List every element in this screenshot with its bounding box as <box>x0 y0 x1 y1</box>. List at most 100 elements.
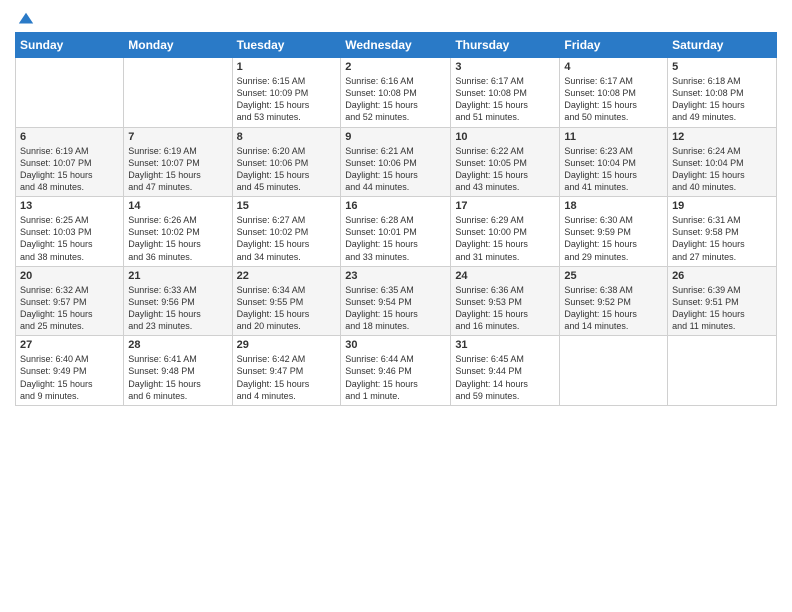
calendar-week-row: 20Sunrise: 6:32 AM Sunset: 9:57 PM Dayli… <box>16 266 777 336</box>
day-info: Sunrise: 6:42 AM Sunset: 9:47 PM Dayligh… <box>237 353 337 402</box>
day-number: 7 <box>128 131 227 143</box>
day-info: Sunrise: 6:40 AM Sunset: 9:49 PM Dayligh… <box>20 353 119 402</box>
table-row: 11 Sunrise: 6:23 AM Sunset: 10:04 PM Dayl… <box>560 127 668 197</box>
day-info: Sunrise: 6:24 AM Sunset: 10:04 PM Daylig… <box>672 145 772 194</box>
day-info: Sunrise: 6:41 AM Sunset: 9:48 PM Dayligh… <box>128 353 227 402</box>
day-info: Sunrise: 6:45 AM Sunset: 9:44 PM Dayligh… <box>455 353 555 402</box>
calendar-weekday: Thursday <box>451 33 560 58</box>
day-number: 14 <box>128 200 227 212</box>
day-info: Sunrise: 6:36 AM Sunset: 9:53 PM Dayligh… <box>455 284 555 333</box>
table-row: 14 Sunrise: 6:26 AM Sunset: 10:02 PM Dayl… <box>124 197 232 267</box>
day-number: 29 <box>237 339 337 351</box>
logo-icon <box>17 10 35 28</box>
day-info: Sunrise: 6:30 AM Sunset: 9:59 PM Dayligh… <box>564 214 663 263</box>
table-row: 1 Sunrise: 6:15 AM Sunset: 10:09 PM Dayli… <box>232 58 341 128</box>
calendar-weekday: Wednesday <box>341 33 451 58</box>
day-number: 4 <box>564 61 663 73</box>
day-number: 20 <box>20 270 119 282</box>
calendar-weekday: Monday <box>124 33 232 58</box>
table-row: 27 Sunrise: 6:40 AM Sunset: 9:49 PM Dayli… <box>16 336 124 406</box>
logo <box>15 10 35 24</box>
day-number: 2 <box>345 61 446 73</box>
calendar-weekday: Friday <box>560 33 668 58</box>
day-number: 13 <box>20 200 119 212</box>
day-info: Sunrise: 6:27 AM Sunset: 10:02 PM Daylig… <box>237 214 337 263</box>
table-row: 29 Sunrise: 6:42 AM Sunset: 9:47 PM Dayli… <box>232 336 341 406</box>
day-info: Sunrise: 6:28 AM Sunset: 10:01 PM Daylig… <box>345 214 446 263</box>
table-row: 13Sunrise: 6:25 AM Sunset: 10:03 PM Dayl… <box>16 197 124 267</box>
day-number: 27 <box>20 339 119 351</box>
table-row <box>560 336 668 406</box>
table-row: 24 Sunrise: 6:36 AM Sunset: 9:53 PM Dayli… <box>451 266 560 336</box>
page-header <box>15 10 777 24</box>
table-row: 9Sunrise: 6:21 AM Sunset: 10:06 PM Dayli… <box>341 127 451 197</box>
day-number: 5 <box>672 61 772 73</box>
day-info: Sunrise: 6:19 AM Sunset: 10:07 PM Daylig… <box>128 145 227 194</box>
day-info: Sunrise: 6:21 AM Sunset: 10:06 PM Daylig… <box>345 145 446 194</box>
calendar-weekday: Tuesday <box>232 33 341 58</box>
day-info: Sunrise: 6:17 AM Sunset: 10:08 PM Daylig… <box>455 75 555 124</box>
day-info: Sunrise: 6:39 AM Sunset: 9:51 PM Dayligh… <box>672 284 772 333</box>
table-row <box>668 336 777 406</box>
day-number: 24 <box>455 270 555 282</box>
day-number: 1 <box>237 61 337 73</box>
day-number: 18 <box>564 200 663 212</box>
table-row: 20Sunrise: 6:32 AM Sunset: 9:57 PM Dayli… <box>16 266 124 336</box>
day-info: Sunrise: 6:35 AM Sunset: 9:54 PM Dayligh… <box>345 284 446 333</box>
table-row: 17 Sunrise: 6:29 AM Sunset: 10:00 PM Dayl… <box>451 197 560 267</box>
day-info: Sunrise: 6:17 AM Sunset: 10:08 PM Daylig… <box>564 75 663 124</box>
day-info: Sunrise: 6:38 AM Sunset: 9:52 PM Dayligh… <box>564 284 663 333</box>
day-number: 11 <box>564 131 663 143</box>
day-info: Sunrise: 6:18 AM Sunset: 10:08 PM Daylig… <box>672 75 772 124</box>
day-info: Sunrise: 6:26 AM Sunset: 10:02 PM Daylig… <box>128 214 227 263</box>
page-container: SundayMondayTuesdayWednesdayThursdayFrid… <box>0 0 792 416</box>
day-info: Sunrise: 6:29 AM Sunset: 10:00 PM Daylig… <box>455 214 555 263</box>
table-row: 30 Sunrise: 6:44 AM Sunset: 9:46 PM Dayli… <box>341 336 451 406</box>
table-row: 21 Sunrise: 6:33 AM Sunset: 9:56 PM Dayli… <box>124 266 232 336</box>
day-number: 19 <box>672 200 772 212</box>
table-row: 26Sunrise: 6:39 AM Sunset: 9:51 PM Dayli… <box>668 266 777 336</box>
table-row: 4 Sunrise: 6:17 AM Sunset: 10:08 PM Dayli… <box>560 58 668 128</box>
calendar-weekday: Saturday <box>668 33 777 58</box>
day-number: 17 <box>455 200 555 212</box>
table-row: 8 Sunrise: 6:20 AM Sunset: 10:06 PM Dayli… <box>232 127 341 197</box>
calendar-week-row: 1 Sunrise: 6:15 AM Sunset: 10:09 PM Dayli… <box>16 58 777 128</box>
day-info: Sunrise: 6:20 AM Sunset: 10:06 PM Daylig… <box>237 145 337 194</box>
day-number: 8 <box>237 131 337 143</box>
day-number: 22 <box>237 270 337 282</box>
day-number: 10 <box>455 131 555 143</box>
table-row: 22 Sunrise: 6:34 AM Sunset: 9:55 PM Dayli… <box>232 266 341 336</box>
table-row: 10Sunrise: 6:22 AM Sunset: 10:05 PM Dayl… <box>451 127 560 197</box>
table-row: 6Sunrise: 6:19 AM Sunset: 10:07 PM Dayli… <box>16 127 124 197</box>
calendar-week-row: 27 Sunrise: 6:40 AM Sunset: 9:49 PM Dayli… <box>16 336 777 406</box>
table-row: 7 Sunrise: 6:19 AM Sunset: 10:07 PM Dayli… <box>124 127 232 197</box>
table-row <box>16 58 124 128</box>
table-row: 23Sunrise: 6:35 AM Sunset: 9:54 PM Dayli… <box>341 266 451 336</box>
day-number: 28 <box>128 339 227 351</box>
table-row: 5 Sunrise: 6:18 AM Sunset: 10:08 PM Dayli… <box>668 58 777 128</box>
day-info: Sunrise: 6:31 AM Sunset: 9:58 PM Dayligh… <box>672 214 772 263</box>
table-row <box>124 58 232 128</box>
day-info: Sunrise: 6:44 AM Sunset: 9:46 PM Dayligh… <box>345 353 446 402</box>
calendar-header-row: SundayMondayTuesdayWednesdayThursdayFrid… <box>16 33 777 58</box>
day-number: 30 <box>345 339 446 351</box>
table-row: 28 Sunrise: 6:41 AM Sunset: 9:48 PM Dayli… <box>124 336 232 406</box>
day-info: Sunrise: 6:23 AM Sunset: 10:04 PM Daylig… <box>564 145 663 194</box>
day-number: 25 <box>564 270 663 282</box>
day-info: Sunrise: 6:34 AM Sunset: 9:55 PM Dayligh… <box>237 284 337 333</box>
table-row: 19 Sunrise: 6:31 AM Sunset: 9:58 PM Dayli… <box>668 197 777 267</box>
day-info: Sunrise: 6:15 AM Sunset: 10:09 PM Daylig… <box>237 75 337 124</box>
day-info: Sunrise: 6:33 AM Sunset: 9:56 PM Dayligh… <box>128 284 227 333</box>
day-number: 16 <box>345 200 446 212</box>
table-row: 16 Sunrise: 6:28 AM Sunset: 10:01 PM Dayl… <box>341 197 451 267</box>
calendar-week-row: 13Sunrise: 6:25 AM Sunset: 10:03 PM Dayl… <box>16 197 777 267</box>
day-number: 31 <box>455 339 555 351</box>
table-row: 25 Sunrise: 6:38 AM Sunset: 9:52 PM Dayli… <box>560 266 668 336</box>
table-row: 12Sunrise: 6:24 AM Sunset: 10:04 PM Dayl… <box>668 127 777 197</box>
table-row: 31 Sunrise: 6:45 AM Sunset: 9:44 PM Dayli… <box>451 336 560 406</box>
day-number: 6 <box>20 131 119 143</box>
day-number: 21 <box>128 270 227 282</box>
table-row: 15Sunrise: 6:27 AM Sunset: 10:02 PM Dayl… <box>232 197 341 267</box>
table-row: 3Sunrise: 6:17 AM Sunset: 10:08 PM Dayli… <box>451 58 560 128</box>
table-row: 2Sunrise: 6:16 AM Sunset: 10:08 PM Dayli… <box>341 58 451 128</box>
